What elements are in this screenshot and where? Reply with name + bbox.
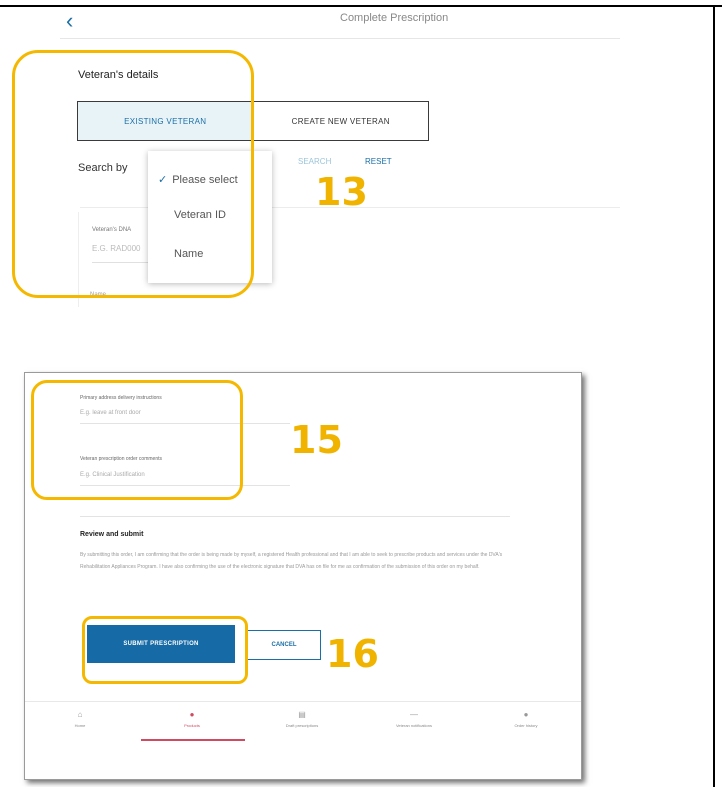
- products-icon: ●: [189, 710, 195, 719]
- nav-item-order-history[interactable]: ● Order history: [471, 710, 581, 728]
- nav-item-draft-prescriptions[interactable]: ▤ Draft prescriptions: [247, 710, 357, 728]
- nav-label: Veteran notifications: [395, 723, 433, 728]
- callout-13-highlight: [12, 50, 254, 298]
- nav-item-home[interactable]: ⌂ Home: [25, 710, 135, 728]
- nav-label: Products: [184, 723, 200, 728]
- home-icon: ⌂: [77, 710, 83, 719]
- order-history-icon: ●: [523, 710, 529, 719]
- nav-label: Order history: [514, 723, 538, 728]
- frame-top-border: [0, 5, 722, 7]
- notifications-icon: —: [410, 710, 418, 719]
- cancel-button[interactable]: CANCEL: [247, 630, 321, 660]
- active-nav-indicator: [141, 739, 245, 741]
- callout-15-highlight: [31, 380, 243, 500]
- callout-13-number: 13: [315, 170, 368, 214]
- review-disclaimer-text: By submitting this order, I am confirmin…: [80, 552, 503, 570]
- search-link[interactable]: SEARCH: [298, 157, 331, 166]
- reset-link[interactable]: RESET: [365, 157, 392, 166]
- screen-title: Complete Prescription: [340, 12, 449, 24]
- nav-label: Draft prescriptions: [285, 723, 319, 728]
- review-divider: [80, 516, 510, 517]
- frame-right-border: [713, 5, 715, 787]
- callout-16-highlight: [82, 616, 248, 684]
- back-chevron-icon[interactable]: ‹: [66, 8, 73, 34]
- create-new-veteran-button[interactable]: CREATE NEW VETERAN: [254, 102, 429, 140]
- nav-item-products[interactable]: ● Products: [137, 710, 247, 728]
- nav-label: Home: [74, 723, 86, 728]
- callout-16-number: 16: [326, 632, 379, 676]
- review-title: Review and submit: [80, 531, 144, 538]
- callout-15-number: 15: [290, 418, 343, 462]
- drafts-icon: ▤: [298, 710, 306, 719]
- nav-item-veteran-notifications[interactable]: — Veteran notifications: [359, 710, 469, 728]
- bottom-navigation: ⌂ Home ● Products ▤ Draft prescriptions …: [25, 701, 581, 754]
- header-divider: [60, 38, 620, 39]
